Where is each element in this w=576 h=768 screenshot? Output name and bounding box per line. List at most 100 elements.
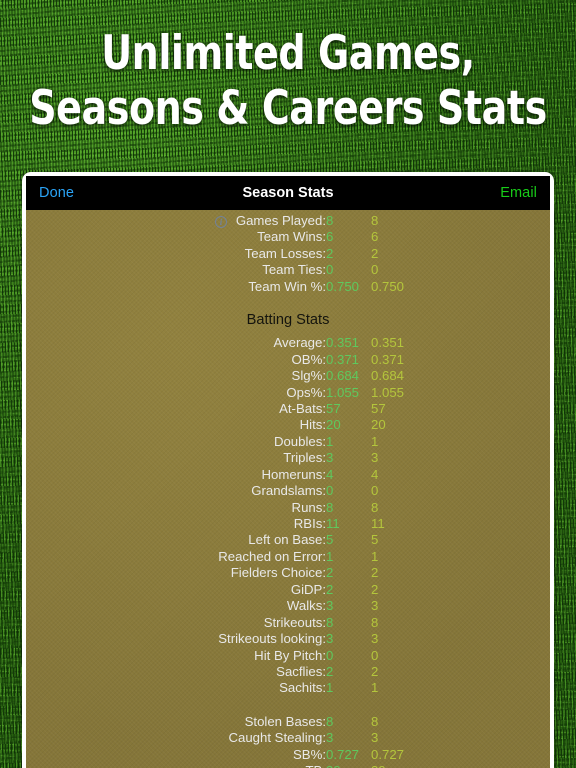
stat-row: RBIs: 11 11	[26, 516, 550, 532]
stat-label: Strikeouts looking:	[218, 631, 326, 647]
stat-row: At-Bats: 57 57	[26, 401, 550, 417]
stat-label: TB:	[26, 763, 326, 768]
stat-row: Sacflies: 2 2	[26, 664, 550, 680]
stat-row: Team Ties: 0 0	[26, 262, 550, 278]
stat-label: Average:	[273, 335, 326, 351]
stat-value-primary: 1	[326, 548, 334, 564]
stat-row: Hit By Pitch: 0 0	[26, 648, 550, 664]
app-root: Unlimited Games, Seasons & Careers Stats…	[0, 0, 576, 768]
stat-value-primary: 5	[326, 532, 334, 548]
stat-value-primary: 2	[326, 581, 334, 597]
stat-row: Strikeouts: 8 8	[26, 615, 550, 631]
stat-value-primary: 8	[326, 713, 334, 729]
device-screen: Done Season Stats Email i Games Played: 8 8…	[26, 176, 550, 768]
stat-label: Walks:	[286, 598, 326, 614]
stat-row: Homeruns: 4 4	[26, 467, 550, 483]
stat-label: Ops%:	[286, 384, 326, 400]
stat-label: Triples:	[283, 450, 326, 466]
stat-label: Hits:	[299, 417, 326, 433]
stat-value-secondary: 57	[371, 400, 386, 416]
stat-value-secondary: 4	[371, 466, 379, 482]
stat-label: Team Wins:	[257, 229, 326, 245]
stat-value-primary: 6	[326, 229, 334, 245]
stat-row: Strikeouts looking: 3 3	[26, 631, 550, 647]
batting-stats-heading: Batting Stats	[246, 312, 330, 329]
stat-row: Caught Stealing: 3 3	[26, 730, 550, 746]
stat-value-primary: 3	[326, 450, 334, 466]
stat-row: Doubles: 1 1	[26, 434, 550, 450]
stats-scroll-area[interactable]: i Games Played: 8 8 Team Wins: 6 6 Team Losses:…	[26, 210, 550, 768]
stat-value-primary: 57	[326, 400, 341, 416]
baserunning-stats-list: Stolen Bases: 8 8 Caught Stealing: 3 3 SB%: 0.7…	[26, 714, 550, 768]
stat-value-secondary: 3	[371, 450, 379, 466]
stat-row: Team Win %: 0.750 0.750	[26, 279, 550, 295]
stat-value-secondary: 0	[371, 262, 379, 278]
stat-value-secondary: 0.750	[371, 278, 405, 294]
stat-label: Reached on Error:	[218, 548, 326, 564]
stat-row: Runs: 8 8	[26, 500, 550, 516]
stat-value-primary: 0.750	[326, 278, 360, 294]
stat-row: i Games Played: 8 8	[26, 213, 550, 229]
stat-label: Doubles:	[273, 433, 326, 449]
stat-label: Runs:	[291, 499, 326, 515]
stat-label: SB%:	[293, 746, 326, 762]
stat-value-secondary: 1	[371, 680, 379, 696]
stat-row: Triples: 3 3	[26, 450, 550, 466]
email-button[interactable]: Email	[500, 185, 537, 201]
stat-value-primary: 1.055	[326, 384, 360, 400]
stat-value-primary: 3	[326, 730, 334, 746]
stat-value-secondary: 1.055	[371, 384, 405, 400]
stat-value-primary: 1	[326, 680, 334, 696]
stat-value-primary: 2	[326, 565, 334, 581]
stat-label: Sachits:	[279, 680, 326, 696]
navbar-title: Season Stats	[242, 185, 334, 201]
stat-value-primary: 3	[326, 631, 334, 647]
headline-line-2: Seasons & Careers Stats	[29, 81, 547, 137]
stat-row: Team Losses: 2 2	[26, 246, 550, 262]
stat-value-secondary: 0.727	[371, 746, 405, 762]
stat-row: Ops%: 1.055 1.055	[26, 385, 550, 401]
stat-value-primary: 0.684	[326, 368, 360, 384]
stat-value-primary: 4	[326, 466, 334, 482]
done-button[interactable]: Done	[39, 185, 74, 201]
stat-value-secondary: 39	[371, 763, 386, 768]
stat-value-secondary: 1	[371, 548, 379, 564]
stat-label: Team Losses:	[244, 245, 326, 261]
stat-value-secondary: 2	[371, 565, 379, 581]
stat-value-secondary: 6	[371, 229, 379, 245]
stat-label: Caught Stealing:	[228, 730, 326, 746]
stat-label: Team Ties:	[262, 262, 326, 278]
stat-value-primary: 0	[326, 647, 334, 663]
stat-label: At-Bats:	[279, 400, 326, 416]
stat-row: GiDP: 2 2	[26, 582, 550, 598]
stat-row: Stolen Bases: 8 8	[26, 714, 550, 730]
stat-value-secondary: 1	[371, 433, 379, 449]
stat-value-primary: 0.351	[326, 335, 360, 351]
stat-row: Sachits: 1 1	[26, 680, 550, 696]
stat-value-secondary: 5	[371, 532, 379, 548]
team-summary-section: i Games Played: 8 8 Team Wins: 6 6 Team Losses:…	[26, 213, 550, 295]
stat-label: Fielders Choice:	[230, 565, 326, 581]
batting-stats-list: Average: 0.351 0.351 OB%: 0.371 0.371 Slg%: 0.6…	[26, 335, 550, 697]
stat-value-primary: 8	[326, 614, 334, 630]
stat-value-secondary: 3	[371, 598, 379, 614]
stat-value-primary: 2	[326, 663, 334, 679]
headline-line-1: Unlimited Games,	[101, 26, 475, 81]
stat-row: Hits: 20 20	[26, 417, 550, 433]
stat-value-secondary: 20	[371, 417, 386, 433]
stat-row: SB%: 0.727 0.727	[26, 747, 550, 763]
stat-row: Average: 0.351 0.351	[26, 335, 550, 351]
stat-value-secondary: 8	[371, 213, 379, 228]
stat-value-secondary: 0	[371, 647, 379, 663]
stat-value-primary: 8	[326, 213, 334, 228]
stat-label: OB%:	[291, 351, 326, 367]
stat-value-secondary: 8	[371, 614, 379, 630]
stat-value-secondary: 11	[371, 516, 385, 531]
stat-value-primary: 0	[326, 483, 334, 499]
stat-value-secondary: 8	[371, 499, 379, 515]
stat-value-secondary: 3	[371, 730, 379, 746]
navigation-bar: Done Season Stats Email	[26, 176, 550, 210]
stat-value-primary: 20	[326, 417, 341, 433]
